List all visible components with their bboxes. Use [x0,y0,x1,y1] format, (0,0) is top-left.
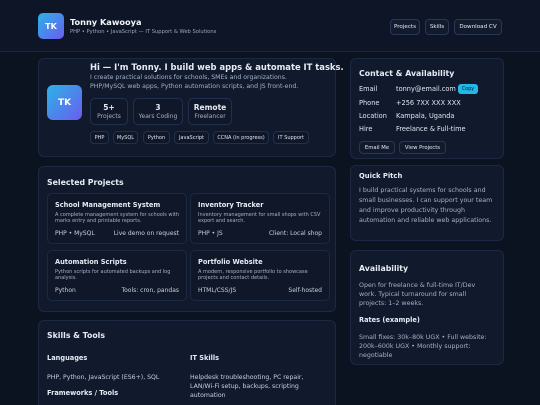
availability-heading: Availability [359,264,409,273]
project-title: Automation Scripts [55,258,127,266]
brand-tagline: PHP • Python • JavaScript — IT Support &… [70,29,217,35]
project-stack: HTML/CSS/JS [198,287,237,294]
rates-line: negotiable [359,352,393,359]
skill-tag: CCNA (in progress) [213,131,269,144]
project-title: School Management System [55,201,161,209]
stat-value: Remote [193,103,227,112]
it-skills-heading: IT Skills [190,354,220,362]
pitch-line: and improve productivity through [359,207,466,214]
contact-hire: Freelance & Full-time [396,125,466,133]
contact-email[interactable]: tonny@email.com [396,85,456,93]
it-skills-line: automation [190,392,226,399]
download-cv-button[interactable]: Download CV [454,19,502,35]
project-stack: PHP • MySQL [55,230,95,237]
pitch-line: small businesses. I can support your tea… [359,197,493,204]
stat-label: Years Coding [138,113,178,120]
project-card-automation[interactable]: Automation Scripts Python scripts for au… [47,250,187,301]
stat-label: Freelancer [194,113,226,120]
skill-tag: PHP [90,131,109,144]
contact-label-phone: Phone [359,99,380,107]
contact-location: Kampala, Uganda [396,112,455,120]
project-card-inventory[interactable]: Inventory Tracker Inventory management f… [190,193,330,244]
pitch-line: I build practical systems for schools an… [359,187,486,194]
project-note: Tools: cron, pandas [121,287,179,294]
frameworks-heading: Frameworks / Tools [47,389,119,397]
pitch-heading: Quick Pitch [359,172,403,180]
contact-heading: Contact & Availability [359,69,455,78]
availability-line: Open for freelance & full-time IT/Dev [359,282,476,289]
availability-line: work. Typical turnaround for small [359,291,467,298]
stat-value: 5+ [103,103,115,112]
hero-title: Hi — I'm Tonny. I build web apps & autom… [90,62,344,72]
copy-email-button[interactable]: Copy [458,84,478,94]
nav-projects-button[interactable]: Projects [390,19,420,35]
availability-line: projects: 1–2 weeks. [359,300,424,307]
brand-name: Tonny Kawooya [70,17,142,27]
project-note: Live demo on request [113,230,179,237]
project-description: A modern, responsive portfolio to showca… [198,269,308,282]
stat-freelancer: Remote Freelancer [188,98,232,125]
projects-heading: Selected Projects [47,178,124,187]
project-description: Inventory management for small shops wit… [198,212,321,225]
project-description: Python scripts for automated backups and… [55,269,171,282]
contact-label-hire: Hire [359,125,373,133]
hero-subtitle-2: PHP/MySQL web apps, Python automation sc… [90,83,299,90]
languages-list: PHP, Python, JavaScript (ES6+), SQL [47,374,160,381]
project-note: Self-hosted [288,287,322,294]
project-stack: PHP • JS [198,230,223,237]
skill-tag: Python [143,131,170,144]
skills-heading: Skills & Tools [47,331,105,340]
project-title: Portfolio Website [198,258,263,266]
languages-heading: Languages [47,354,88,362]
project-title: Inventory Tracker [198,201,264,209]
pitch-line: automation and reliable web applications… [359,217,492,224]
contact-label-location: Location [359,112,387,120]
it-skills-line: Helpdesk troubleshooting, PC repair, [190,374,304,381]
project-stack: Python [55,287,76,294]
email-me-button[interactable]: Email Me [359,141,395,154]
contact-label-email: Email [359,85,378,93]
rates-heading: Rates (example) [359,316,420,324]
contact-phone: +256 7XX XXX XXX [396,99,461,107]
it-skills-line: LAN/Wi-Fi setup, backups, scripting [190,383,299,390]
skill-tag: MySQL [113,131,138,144]
rates-line: 200k–600k UGX • Monthly support: [359,343,471,350]
hero-subtitle-1: I create practical solutions for schools… [90,74,287,81]
stat-years: 3 Years Coding [133,98,183,125]
stat-label: Projects [97,113,121,120]
skill-tag: JavaScript [174,131,209,144]
nav-skills-button[interactable]: Skills [425,19,449,35]
view-projects-button[interactable]: View Projects [399,141,446,154]
project-card-school[interactable]: School Management System A complete mana… [47,193,187,244]
avatar: TK [47,85,82,120]
project-card-portfolio[interactable]: Portfolio Website A modern, responsive p… [190,250,330,301]
logo: TK [38,13,64,39]
skill-tag: IT Support [273,131,309,144]
stat-projects: 5+ Projects [90,98,128,125]
stat-value: 3 [155,103,161,112]
rates-line: Small fixes: 30k–80k UGX • Full website: [359,334,487,341]
project-note: Client: Local shop [268,230,322,237]
project-description: A complete management system for schools… [55,212,179,225]
